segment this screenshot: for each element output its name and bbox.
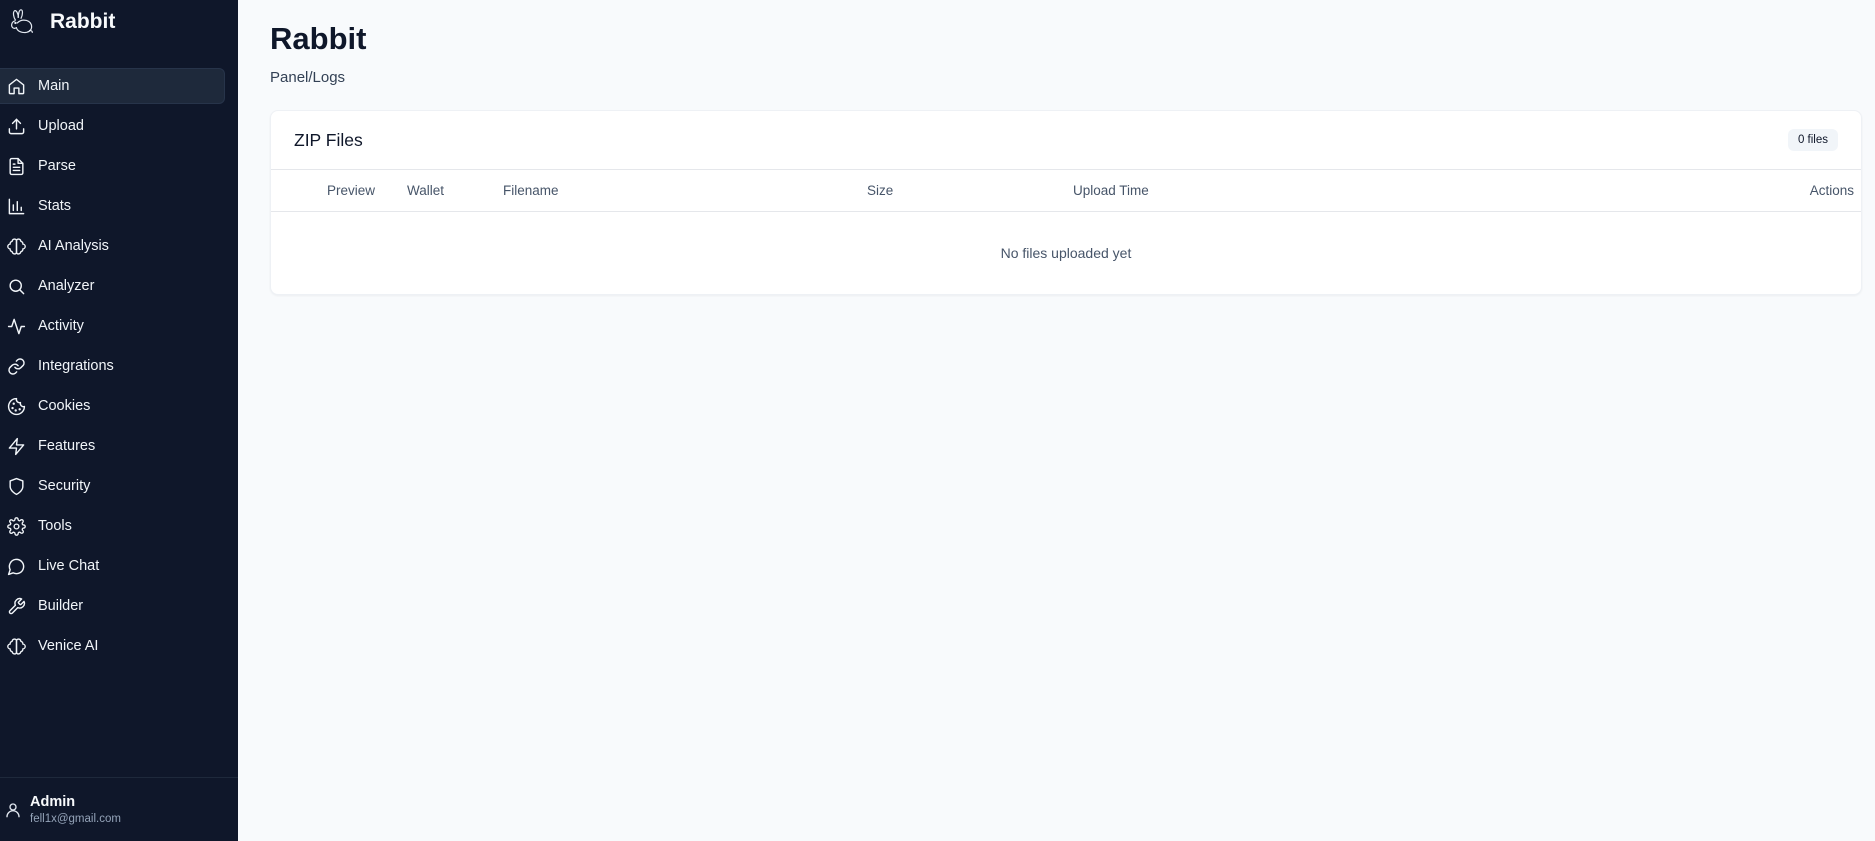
column-header-upload-time[interactable]: Upload Time (1073, 170, 1573, 212)
page-title: Rabbit (270, 21, 367, 56)
sidebar-item-label: Activity (38, 318, 84, 334)
column-header-actions: Actions (1573, 170, 1861, 212)
user-email: fell1x@gmail.com (30, 813, 121, 825)
sidebar: Rabbit Main Upload Parse Stats AI Analys… (0, 0, 238, 841)
chat-icon (5, 555, 27, 577)
sidebar-item-label: Integrations (38, 358, 114, 374)
rabbit-icon (6, 6, 38, 38)
bar-chart-icon (5, 195, 27, 217)
home-icon (5, 75, 27, 97)
sidebar-item-label: Live Chat (38, 558, 100, 574)
zap-icon (5, 435, 27, 457)
files-table: Preview Wallet Filename Size Upload Time… (271, 170, 1861, 294)
user-name: Admin (30, 794, 76, 810)
sidebar-item-live-chat[interactable]: Live Chat (0, 548, 225, 584)
breadcrumb: Panel/Logs (270, 69, 346, 86)
sidebar-item-upload[interactable]: Upload (0, 108, 225, 144)
column-header-filename[interactable]: Filename (503, 170, 867, 212)
table-header-row: Preview Wallet Filename Size Upload Time… (271, 170, 1861, 212)
sidebar-item-main[interactable]: Main (0, 68, 225, 104)
sidebar-item-stats[interactable]: Stats (0, 188, 225, 224)
user-info: Admin fell1x@gmail.com (30, 794, 121, 825)
sidebar-item-label: Venice AI (38, 638, 99, 654)
sidebar-item-label: Cookies (38, 398, 91, 414)
sidebar-item-tools[interactable]: Tools (0, 508, 225, 544)
sidebar-item-label: Security (38, 478, 91, 494)
link-icon (5, 355, 27, 377)
activity-icon (5, 315, 27, 337)
column-header-size[interactable]: Size (867, 170, 1073, 212)
sidebar-item-features[interactable]: Features (0, 428, 225, 464)
sidebar-item-label: Main (38, 78, 70, 94)
sidebar-item-label: Analyzer (38, 278, 95, 294)
shield-icon (5, 475, 27, 497)
zip-files-card: ZIP Files 0 files Preview Wallet Filenam… (270, 110, 1862, 295)
sidebar-item-label: AI Analysis (38, 238, 109, 254)
sidebar-item-analyzer[interactable]: Analyzer (0, 268, 225, 304)
column-header-preview[interactable]: Preview (327, 170, 407, 212)
card-header: ZIP Files 0 files (271, 111, 1861, 170)
brand-name: Rabbit (50, 10, 116, 33)
files-count-badge: 0 files (1787, 129, 1838, 151)
column-header-wallet[interactable]: Wallet (407, 170, 503, 212)
sidebar-item-label: Features (38, 438, 96, 454)
user-icon (2, 799, 24, 821)
file-text-icon (5, 155, 27, 177)
sidebar-item-activity[interactable]: Activity (0, 308, 225, 344)
cookie-icon (5, 395, 27, 417)
brain-icon (5, 235, 27, 257)
brand[interactable]: Rabbit (0, 0, 238, 44)
search-icon (5, 275, 27, 297)
empty-state-row: No files uploaded yet (271, 211, 1861, 294)
sidebar-item-ai-analysis[interactable]: AI Analysis (0, 228, 225, 264)
sidebar-item-label: Tools (38, 518, 72, 534)
sidebar-item-venice-ai[interactable]: Venice AI (0, 628, 225, 664)
sidebar-item-label: Stats (38, 198, 72, 214)
main-content: Rabbit Panel/Logs ZIP Files 0 files Prev… (238, 0, 1875, 841)
wrench-icon (5, 595, 27, 617)
brain-icon (5, 635, 27, 657)
sidebar-item-label: Parse (38, 158, 76, 174)
sidebar-item-integrations[interactable]: Integrations (0, 348, 225, 384)
user-profile[interactable]: Admin fell1x@gmail.com (0, 777, 238, 841)
sidebar-item-label: Builder (38, 598, 84, 614)
sidebar-item-builder[interactable]: Builder (0, 588, 225, 624)
sidebar-item-cookies[interactable]: Cookies (0, 388, 225, 424)
sidebar-nav: Main Upload Parse Stats AI Analysis Anal… (0, 68, 238, 668)
card-title: ZIP Files (294, 129, 363, 150)
sidebar-item-security[interactable]: Security (0, 468, 225, 504)
sidebar-item-label: Upload (38, 118, 84, 134)
column-header-select (271, 170, 327, 212)
empty-state-message: No files uploaded yet (1000, 244, 1132, 261)
upload-icon (5, 115, 27, 137)
gear-icon (5, 515, 27, 537)
sidebar-item-parse[interactable]: Parse (0, 148, 225, 184)
